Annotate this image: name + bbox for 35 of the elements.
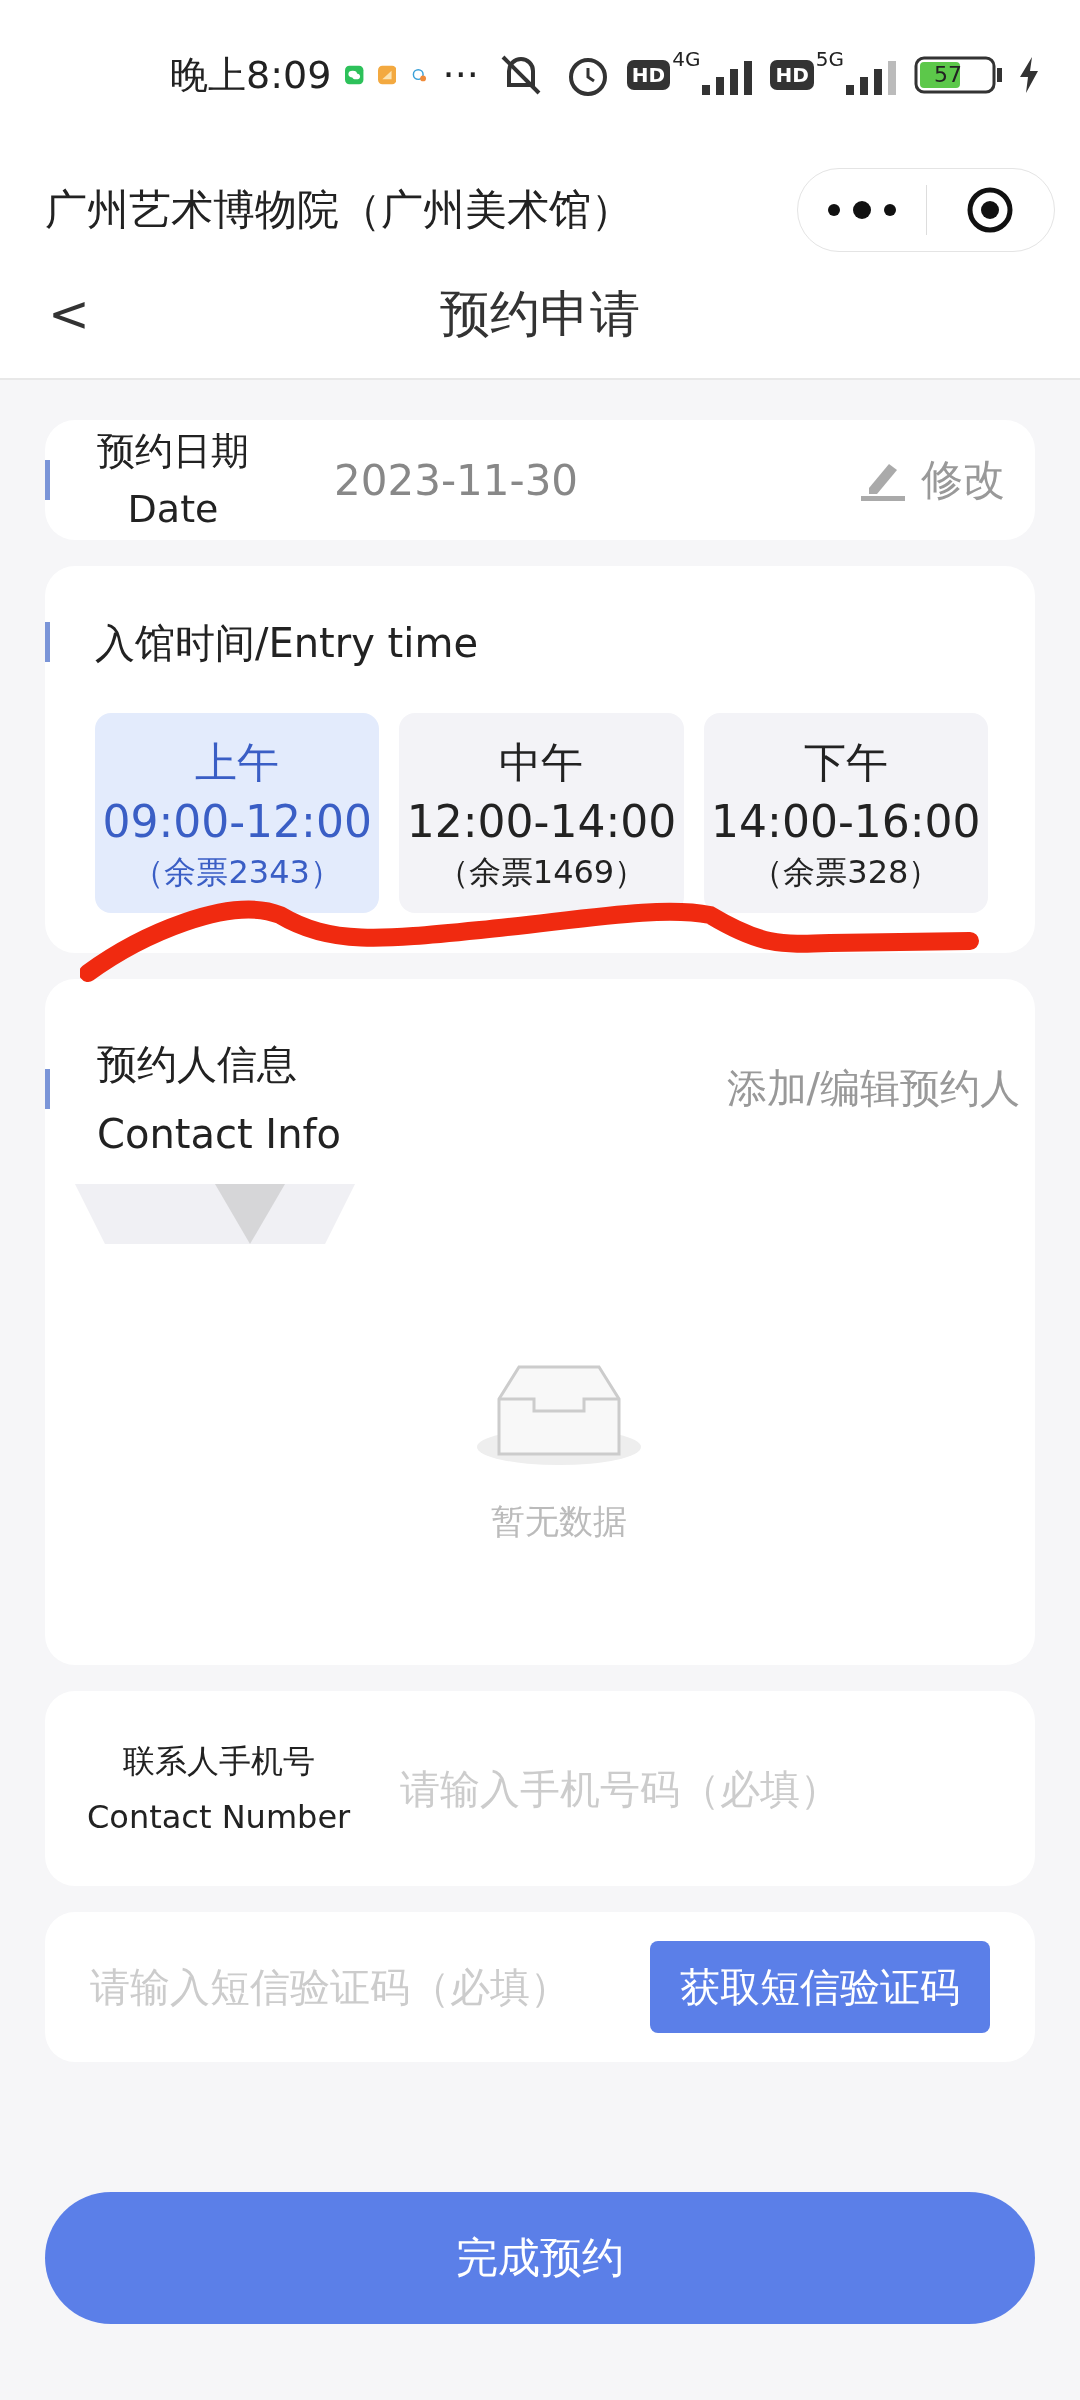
date-value: 2023-11-30 bbox=[334, 455, 580, 505]
phone-label: 联系人手机号 bbox=[122, 1740, 315, 1782]
period-label: 上午 bbox=[195, 737, 280, 789]
status-time: 晚上8:09 bbox=[170, 51, 332, 99]
date-label-english: Date bbox=[127, 486, 219, 533]
remaining-tickets: （余票1469） bbox=[436, 853, 647, 891]
remaining-tickets: （余票328） bbox=[751, 853, 941, 891]
more-notifications-icon: ··· bbox=[442, 53, 479, 97]
phone-label-english: Contact Number bbox=[87, 1796, 351, 1838]
battery-level: 57 bbox=[934, 64, 962, 86]
empty-state-text: 暂无数据 bbox=[490, 1500, 627, 1543]
time-slot-option[interactable]: 上午 09:00-12:00 （余票2343） bbox=[95, 713, 380, 913]
hd-voice-badge: HD bbox=[770, 60, 814, 90]
remaining-tickets: （余票2343） bbox=[132, 853, 342, 891]
page-title: 预约申请 bbox=[440, 283, 640, 345]
section-title: 入馆时间/Entry time bbox=[95, 620, 478, 666]
slot-time: 14:00-16:00 bbox=[711, 795, 981, 849]
edit-date-button[interactable]: 修改 bbox=[859, 452, 1005, 508]
period-label: 下午 bbox=[803, 737, 888, 789]
mini-program-title: 广州艺术博物院（广州美术馆） bbox=[45, 184, 634, 236]
section-title-english: Contact Info bbox=[97, 1110, 342, 1159]
hd-voice-badge: HD bbox=[626, 60, 671, 90]
get-sms-code-button[interactable]: 获取短信验证码 bbox=[650, 1941, 990, 2033]
slot-time: 09:00-12:00 bbox=[102, 795, 372, 849]
network-type: 5G bbox=[815, 47, 844, 71]
time-slot-option[interactable]: 下午 14:00-16:00 （余票328） bbox=[703, 713, 988, 913]
slot-time: 12:00-14:00 bbox=[406, 795, 677, 849]
section-title: 预约人信息 bbox=[97, 1040, 298, 1089]
date-label: 预约日期 bbox=[97, 428, 249, 475]
add-edit-contact-link[interactable]: 添加/编辑预约人 bbox=[726, 1061, 1020, 1116]
back-button[interactable]: < bbox=[48, 285, 90, 343]
submit-button[interactable]: 完成预约 bbox=[45, 2192, 1035, 2324]
time-slot-option[interactable]: 中午 12:00-14:00 （余票1469） bbox=[399, 713, 684, 913]
network-type: 4G bbox=[672, 47, 701, 71]
period-label: 中午 bbox=[499, 737, 584, 789]
